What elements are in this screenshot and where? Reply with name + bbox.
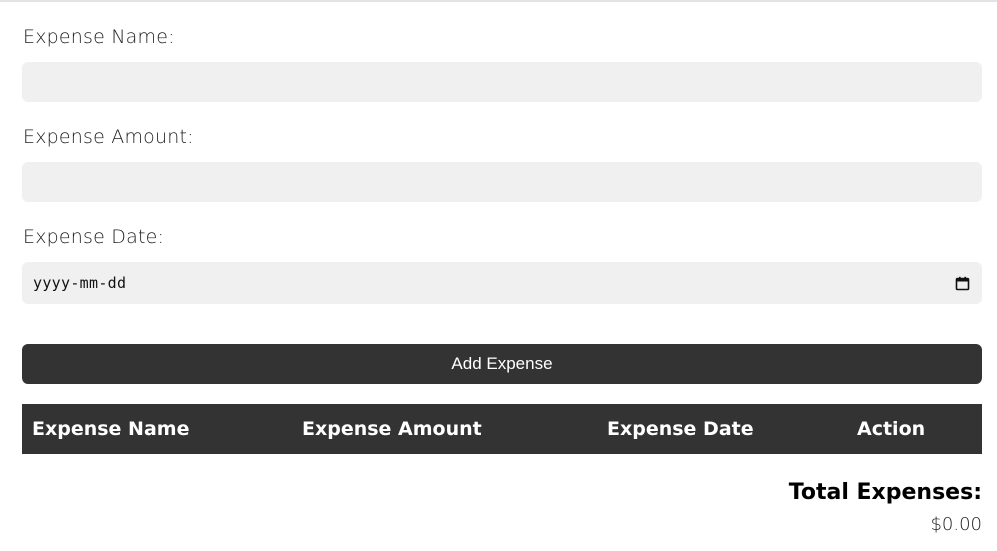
column-header-expense-date: Expense Date <box>607 418 754 440</box>
column-header-expense-amount: Expense Amount <box>302 418 482 440</box>
expense-name-input[interactable] <box>22 62 982 102</box>
column-header-action: Action <box>857 418 926 440</box>
calendar-icon[interactable] <box>955 276 970 291</box>
total-expenses-value: $0.00 <box>930 514 982 535</box>
expense-date-label: Expense Date: <box>23 226 165 248</box>
date-placeholder: yyyy-mm-dd <box>33 274 127 292</box>
add-expense-button[interactable]: Add Expense <box>22 344 982 384</box>
column-header-expense-name: Expense Name <box>32 418 190 440</box>
expense-table-header: Expense Name Expense Amount Expense Date… <box>22 404 982 454</box>
expense-date-input[interactable]: yyyy-mm-dd <box>22 262 982 304</box>
expense-amount-input[interactable] <box>22 162 982 202</box>
total-expenses-label: Total Expenses: <box>788 480 982 505</box>
expense-name-label: Expense Name: <box>23 26 175 48</box>
expense-amount-label: Expense Amount: <box>23 126 194 148</box>
